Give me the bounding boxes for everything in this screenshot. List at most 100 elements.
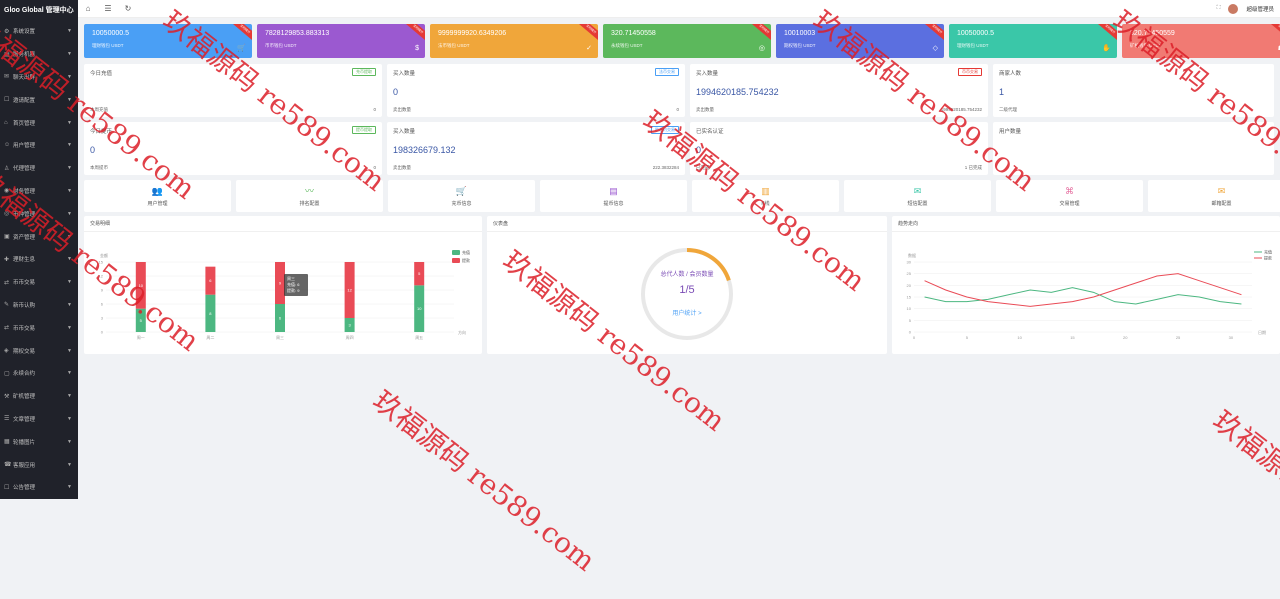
stat-label: 币币钱包 USDT — [265, 43, 297, 48]
stat-label: 理财钱包 USDT — [957, 43, 989, 48]
sidebar-item[interactable]: ☎ 客服应用 ▼ — [0, 453, 78, 476]
contract-icon: ▢ — [4, 370, 10, 377]
bar-value-label: 10 — [139, 283, 144, 288]
chevron-down-icon: ▼ — [67, 347, 72, 354]
stat-card[interactable]: 320.71450558 永续钱包 USDT ◎ 实时统计 — [603, 24, 771, 58]
quick-link-label: 用户管理 — [147, 201, 168, 207]
stat-card[interactable]: 10050000.5 理财钱包 USDT ✋ 实时统计 — [949, 24, 1117, 58]
stat-value: 10050000.5 — [957, 30, 994, 37]
sidebar-item[interactable]: ☺ 用户管理 ▼ — [0, 134, 78, 157]
sidebar-item[interactable]: ◎ 币种管理 ▼ — [0, 202, 78, 225]
legend-swatch[interactable] — [452, 258, 460, 263]
sidebar-item-label: 币种管理 — [13, 211, 36, 218]
sidebar-item-label: 理财生息 — [13, 257, 36, 264]
card-footer-label: 本周充值 — [90, 107, 108, 112]
user-name[interactable]: 超级管理员 — [1246, 5, 1274, 13]
refresh-icon[interactable]: ↻ — [118, 4, 138, 13]
topbar: ⌂ ☰ ↻ ⛶ 超级管理员 — [78, 0, 1280, 18]
sidebar-item-label: 矿机管理 — [13, 394, 36, 401]
x-tick-label: 周五 — [415, 334, 423, 340]
sidebar-item[interactable]: ☰ 文章管理 ▼ — [0, 408, 78, 431]
legend-swatch[interactable] — [452, 250, 460, 255]
sidebar-item[interactable]: ⚙ 系统设置 ▼ — [0, 20, 78, 43]
sidebar-item[interactable]: ⌂ 首页管理 ▼ — [0, 111, 78, 134]
sidebar-item[interactable]: ✉ 聊天出群 ▼ — [0, 66, 78, 89]
home-icon: ⌂ — [4, 119, 8, 126]
y-tick-label: 0 — [909, 330, 912, 335]
card-footer-label: 卖出数量 — [696, 107, 714, 112]
sidebar-item[interactable]: ▤ 服务机器 ▼ — [0, 43, 78, 66]
fullscreen-icon[interactable]: ⛶ — [1217, 5, 1221, 12]
stat-value: 10050000.5 — [92, 30, 129, 37]
cart-icon: 🛒 — [455, 186, 468, 196]
stat-card[interactable]: 320.71450559矿机钱包 USDT☗实时统计 — [1122, 24, 1280, 58]
sidebar-item[interactable]: ▦ 轮播图片 ▼ — [0, 430, 78, 453]
chevron-down-icon: ▼ — [67, 438, 72, 445]
x-axis-label: 日期 — [1258, 329, 1266, 335]
stat-value: 320.71450558 — [611, 30, 656, 37]
quick-link[interactable]: ▥ K线 — [692, 180, 839, 212]
sidebar-item-label: 轮播图片 — [13, 439, 36, 446]
quick-link[interactable]: 〰排名配置 — [236, 180, 383, 212]
clipboard-icon: ▤ — [609, 186, 618, 196]
panel-trend: 趋势走向 数据 0 5 10 15 20 25 30 0 5 10 15 20 25 30 日期 充值 提款 — [892, 216, 1280, 354]
menu-icon[interactable]: ☰ — [98, 4, 118, 13]
y-tick-label: 0 — [101, 330, 104, 335]
sidebar-item[interactable]: ◉ 财务管理 ▼ — [0, 180, 78, 203]
x-tick-label: 0 — [913, 335, 916, 340]
card-footer: 卖出数量 1994620185.754232 — [696, 107, 982, 113]
stat-label: 理财钱包 USDT — [92, 43, 124, 48]
sidebar-item[interactable]: ☐ 邀请配置 ▼ — [0, 88, 78, 111]
x-tick-label: 周一 — [137, 334, 145, 340]
quick-link[interactable]: 🛒 充币信息 — [388, 180, 535, 212]
card-footer-value: 0 — [373, 165, 376, 170]
quick-link[interactable]: ▤ 提币信息 — [540, 180, 687, 212]
gauge-value: 1/5 — [679, 284, 694, 296]
chevron-down-icon: ▼ — [67, 210, 72, 217]
stat-card[interactable]: 7828129853.883313 币币钱包 USDT $ 实时统计 — [257, 24, 425, 58]
chevron-down-icon: ▼ — [67, 370, 72, 377]
sidebar-item[interactable]: ✚ 理财生息 ▼ — [0, 248, 78, 271]
server-icon: ▤ — [4, 51, 10, 58]
stat-value: 10010003 — [784, 30, 816, 37]
x-tick-label: 5 — [966, 335, 969, 340]
chevron-down-icon: ▼ — [67, 119, 72, 126]
chat-icon: ✉ — [4, 74, 10, 81]
quick-links: 👥 用户管理 〰排名配置 🛒 充币信息 ▤ 提币信息 ▥ K线 ✉ 短信配置 ⌘ 交易管理 ✉ 邮箱配置 — [84, 180, 1280, 212]
stat-card[interactable]: 10050000.5 理财钱包 USDT 🛒 实时统计 — [84, 24, 252, 58]
quick-link[interactable]: ⌘ 交易管理 — [996, 180, 1143, 212]
series-line[interactable] — [924, 287, 1242, 305]
bar-value-label: 12 — [347, 288, 352, 293]
home-icon[interactable]: ⌂ — [78, 4, 98, 13]
quick-link[interactable]: ✉ 邮箱配置 — [1148, 180, 1280, 212]
card-footer-label: 已完成 — [696, 165, 710, 170]
sidebar-item[interactable]: ☐ 公告管理 ▼ — [0, 476, 78, 499]
sidebar-item[interactable]: ♙ 代理管理 ▼ — [0, 157, 78, 180]
sidebar-item[interactable]: ⇄ 币币交易 ▼ — [0, 271, 78, 294]
stat-card[interactable]: 10010003 期权钱包 USDT ◇ 实时统计 — [776, 24, 944, 58]
gear-icon: ⚙ — [4, 28, 10, 35]
sidebar-item[interactable]: ✎ 新币认购 ▼ — [0, 294, 78, 317]
service-icon: ☎ — [4, 462, 12, 469]
card-tag: 币币交易 — [958, 68, 982, 76]
sidebar: Gloo Global 管理中心 ⚙ 系统设置 ▼ ▤ 服务机器 ▼ ✉ 聊天出群 ▼ ☐ 邀请配置… — [0, 0, 78, 499]
gauge-link[interactable]: 用户统计 > — [672, 309, 702, 317]
pulse-icon: 〰 — [304, 186, 314, 196]
sidebar-item[interactable]: ⚒ 矿机管理 ▼ — [0, 385, 78, 408]
summary-card: 买入数量 秒合约交易 198326679.132 卖出数量 222.3832284 — [387, 122, 685, 175]
tooltip-title: 周三 — [287, 275, 295, 281]
coin-icon: ◎ — [4, 211, 10, 218]
y-tick-label: 20 — [907, 283, 912, 288]
panel-title: 仪表盘 — [487, 216, 887, 232]
sidebar-item[interactable]: ▢ 永续合约 ▼ — [0, 362, 78, 385]
avatar[interactable] — [1228, 3, 1239, 14]
quick-link[interactable]: ✉ 短信配置 — [844, 180, 991, 212]
card-footer-value: 222.3832284 — [652, 165, 679, 170]
stat-card[interactable]: 9999999920.6349206 法币钱包 USDT ✓ 实时统计 — [430, 24, 598, 58]
card-title: 已实名认证 — [696, 129, 724, 135]
sidebar-item[interactable]: ◈ 期权交易 ▼ — [0, 339, 78, 362]
sidebar-item[interactable]: ▣ 资产管理 ▼ — [0, 225, 78, 248]
sidebar-item[interactable]: ⇄ 币币交易 ▼ — [0, 316, 78, 339]
x-axis-label: 方向 — [458, 329, 466, 335]
quick-link[interactable]: 👥 用户管理 — [84, 180, 231, 212]
